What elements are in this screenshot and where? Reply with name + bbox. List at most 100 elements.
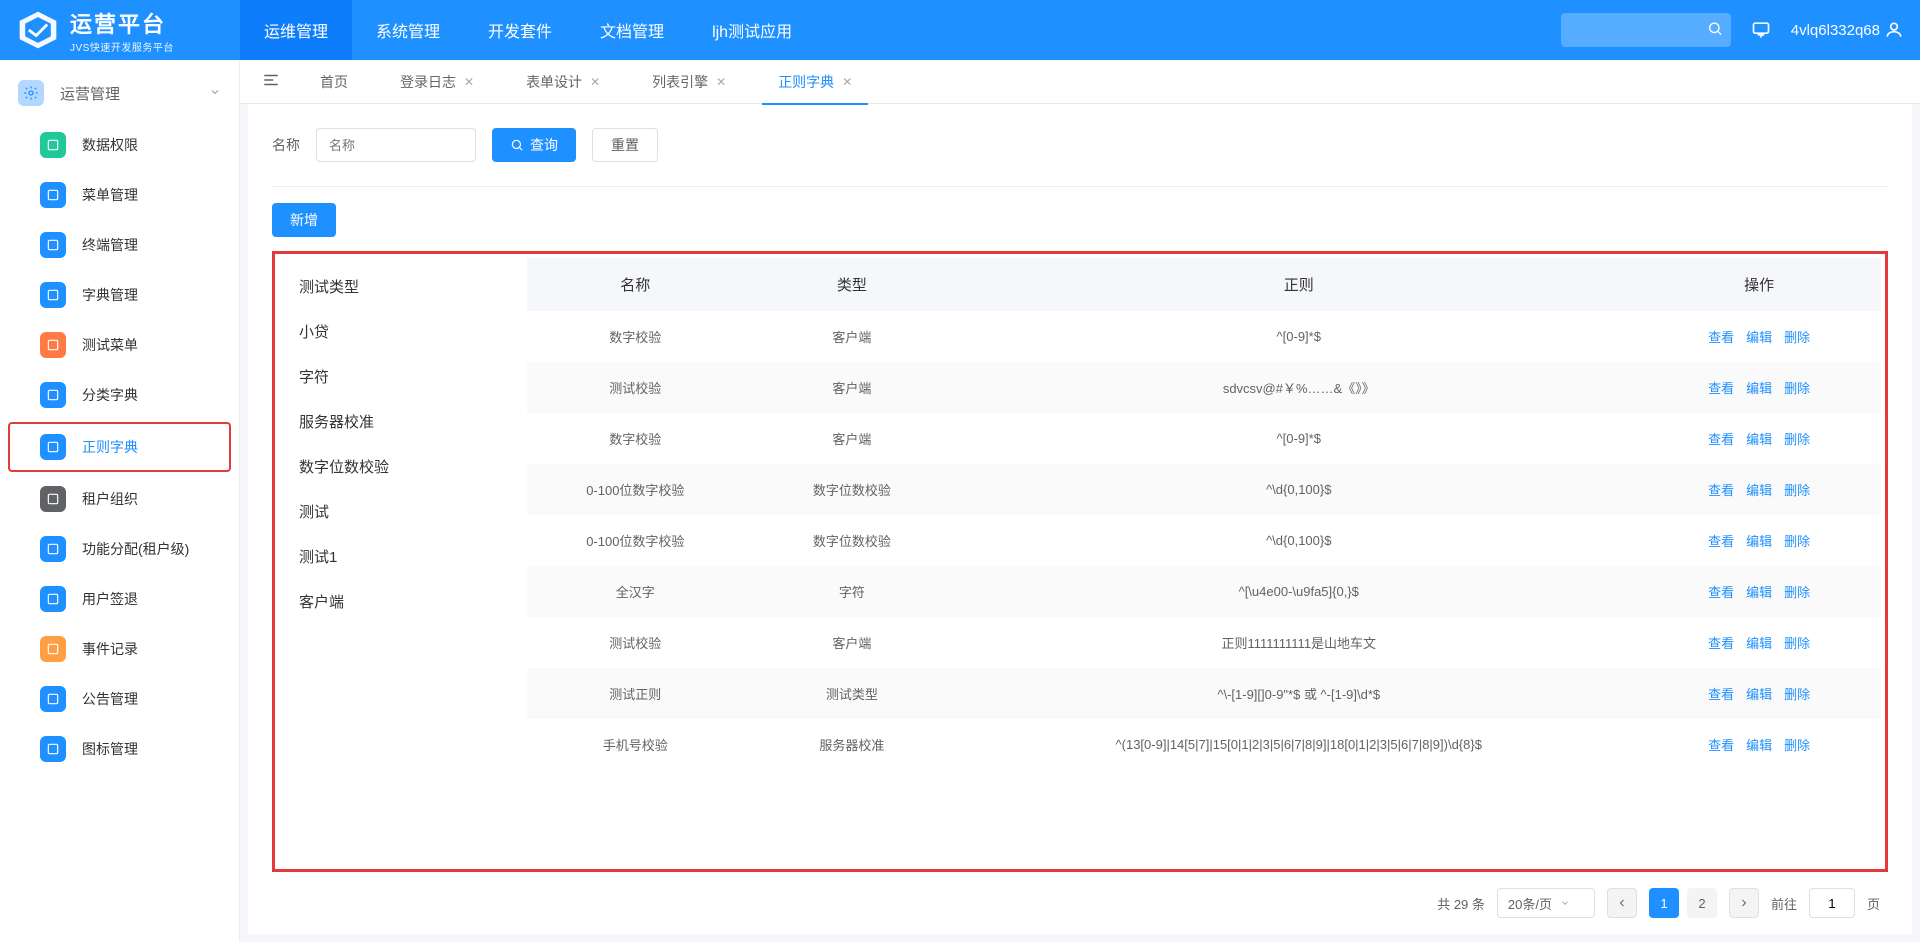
view-link[interactable]: 查看 bbox=[1708, 687, 1734, 702]
page-tab[interactable]: 正则字典✕ bbox=[752, 60, 878, 104]
sidebar-item[interactable]: 租户组织 bbox=[0, 474, 239, 524]
delete-link[interactable]: 删除 bbox=[1784, 330, 1810, 345]
nav-item[interactable]: 文档管理 bbox=[576, 0, 688, 60]
collapse-sidebar-icon[interactable] bbox=[248, 71, 294, 92]
user-menu[interactable]: 4vlq6l332q68 bbox=[1791, 20, 1904, 40]
sidebar-item-label: 分类字典 bbox=[82, 385, 138, 405]
edit-link[interactable]: 编辑 bbox=[1746, 585, 1772, 600]
nav-item[interactable]: 运维管理 bbox=[240, 0, 352, 60]
name-search-input[interactable] bbox=[316, 128, 476, 162]
nav-item[interactable]: 系统管理 bbox=[352, 0, 464, 60]
sidebar-item[interactable]: 菜单管理 bbox=[0, 170, 239, 220]
view-link[interactable]: 查看 bbox=[1708, 738, 1734, 753]
close-tab-icon[interactable]: ✕ bbox=[842, 75, 852, 89]
category-item[interactable]: 测试 bbox=[275, 489, 515, 534]
table-cell: 全汉字 bbox=[527, 566, 744, 617]
goto-suffix: 页 bbox=[1867, 894, 1880, 913]
page-number[interactable]: 2 bbox=[1687, 888, 1717, 918]
menu-item-icon bbox=[40, 232, 66, 258]
sidebar-item-label: 功能分配(租户级) bbox=[82, 539, 189, 559]
sidebar-item[interactable]: 公告管理 bbox=[0, 674, 239, 724]
sidebar-item[interactable]: 图标管理 bbox=[0, 724, 239, 774]
goto-page-input[interactable] bbox=[1809, 888, 1855, 918]
edit-link[interactable]: 编辑 bbox=[1746, 687, 1772, 702]
delete-link[interactable]: 删除 bbox=[1784, 483, 1810, 498]
sidebar-item[interactable]: 用户签退 bbox=[0, 574, 239, 624]
page-tab[interactable]: 列表引擎✕ bbox=[626, 60, 752, 104]
edit-link[interactable]: 编辑 bbox=[1746, 330, 1772, 345]
view-link[interactable]: 查看 bbox=[1708, 381, 1734, 396]
category-item[interactable]: 小贷 bbox=[275, 309, 515, 354]
message-icon[interactable] bbox=[1751, 19, 1771, 42]
view-link[interactable]: 查看 bbox=[1708, 483, 1734, 498]
view-link[interactable]: 查看 bbox=[1708, 432, 1734, 447]
edit-link[interactable]: 编辑 bbox=[1746, 483, 1772, 498]
sidebar-item[interactable]: 数据权限 bbox=[0, 120, 239, 170]
sidebar-item[interactable]: 分类字典 bbox=[0, 370, 239, 420]
close-tab-icon[interactable]: ✕ bbox=[590, 75, 600, 89]
logo-icon bbox=[16, 8, 60, 52]
delete-link[interactable]: 删除 bbox=[1784, 687, 1810, 702]
category-item[interactable]: 字符 bbox=[275, 354, 515, 399]
close-tab-icon[interactable]: ✕ bbox=[464, 75, 474, 89]
delete-link[interactable]: 删除 bbox=[1784, 432, 1810, 447]
view-link[interactable]: 查看 bbox=[1708, 585, 1734, 600]
delete-link[interactable]: 删除 bbox=[1784, 534, 1810, 549]
edit-link[interactable]: 编辑 bbox=[1746, 636, 1772, 651]
sidebar-item[interactable]: 字典管理 bbox=[0, 270, 239, 320]
table-cell: 字符 bbox=[744, 566, 961, 617]
edit-link[interactable]: 编辑 bbox=[1746, 738, 1772, 753]
table-cell: 客户端 bbox=[744, 413, 961, 464]
page-tab[interactable]: 登录日志✕ bbox=[374, 60, 500, 104]
category-item[interactable]: 测试1 bbox=[275, 534, 515, 579]
next-page-button[interactable] bbox=[1729, 888, 1759, 918]
category-list: 测试类型小贷字符服务器校准数字位数校验测试测试1客户端 bbox=[275, 258, 515, 869]
gear-icon bbox=[18, 80, 44, 106]
page-tab[interactable]: 表单设计✕ bbox=[500, 60, 626, 104]
query-button[interactable]: 查询 bbox=[492, 128, 576, 162]
close-tab-icon[interactable]: ✕ bbox=[716, 75, 726, 89]
category-item[interactable]: 客户端 bbox=[275, 579, 515, 624]
category-item[interactable]: 数字位数校验 bbox=[275, 444, 515, 489]
logo-subtitle: JVS快速开发服务平台 bbox=[70, 39, 174, 54]
table-cell-ops: 查看编辑删除 bbox=[1637, 362, 1881, 413]
sidebar-item[interactable]: 终端管理 bbox=[0, 220, 239, 270]
chevron-down-icon bbox=[209, 85, 221, 102]
search-icon[interactable] bbox=[1707, 21, 1723, 40]
sidebar-item[interactable]: 测试菜单 bbox=[0, 320, 239, 370]
menu-item-icon bbox=[40, 636, 66, 662]
edit-link[interactable]: 编辑 bbox=[1746, 432, 1772, 447]
delete-link[interactable]: 删除 bbox=[1784, 585, 1810, 600]
edit-link[interactable]: 编辑 bbox=[1746, 381, 1772, 396]
search-bar: 名称 查询 重置 bbox=[272, 128, 1888, 162]
sidebar-item-label: 测试菜单 bbox=[82, 335, 138, 355]
sidebar-item-label: 公告管理 bbox=[82, 689, 138, 709]
view-link[interactable]: 查看 bbox=[1708, 636, 1734, 651]
chevron-left-icon bbox=[1616, 897, 1628, 909]
category-item[interactable]: 测试类型 bbox=[275, 264, 515, 309]
nav-item[interactable]: 开发套件 bbox=[464, 0, 576, 60]
page-tab[interactable]: 首页 bbox=[294, 60, 374, 104]
view-link[interactable]: 查看 bbox=[1708, 534, 1734, 549]
menu-item-icon bbox=[40, 382, 66, 408]
header-search-input[interactable] bbox=[1561, 13, 1731, 47]
delete-link[interactable]: 删除 bbox=[1784, 381, 1810, 396]
reset-button[interactable]: 重置 bbox=[592, 128, 658, 162]
delete-link[interactable]: 删除 bbox=[1784, 636, 1810, 651]
delete-link[interactable]: 删除 bbox=[1784, 738, 1810, 753]
table-cell: ^\d{0,100}$ bbox=[960, 464, 1637, 515]
page-size-select[interactable]: 20条/页 bbox=[1497, 888, 1595, 918]
add-button[interactable]: 新增 bbox=[272, 203, 336, 237]
sidebar-item[interactable]: 功能分配(租户级) bbox=[0, 524, 239, 574]
page-number[interactable]: 1 bbox=[1649, 888, 1679, 918]
edit-link[interactable]: 编辑 bbox=[1746, 534, 1772, 549]
sidebar-item[interactable]: 事件记录 bbox=[0, 624, 239, 674]
user-icon bbox=[1884, 20, 1904, 40]
sidebar-section-head[interactable]: 运营管理 bbox=[0, 66, 239, 120]
category-item[interactable]: 服务器校准 bbox=[275, 399, 515, 444]
view-link[interactable]: 查看 bbox=[1708, 330, 1734, 345]
sidebar-item-label: 字典管理 bbox=[82, 285, 138, 305]
sidebar-item[interactable]: 正则字典 bbox=[8, 422, 231, 472]
prev-page-button[interactable] bbox=[1607, 888, 1637, 918]
nav-item[interactable]: ljh测试应用 bbox=[688, 0, 816, 60]
